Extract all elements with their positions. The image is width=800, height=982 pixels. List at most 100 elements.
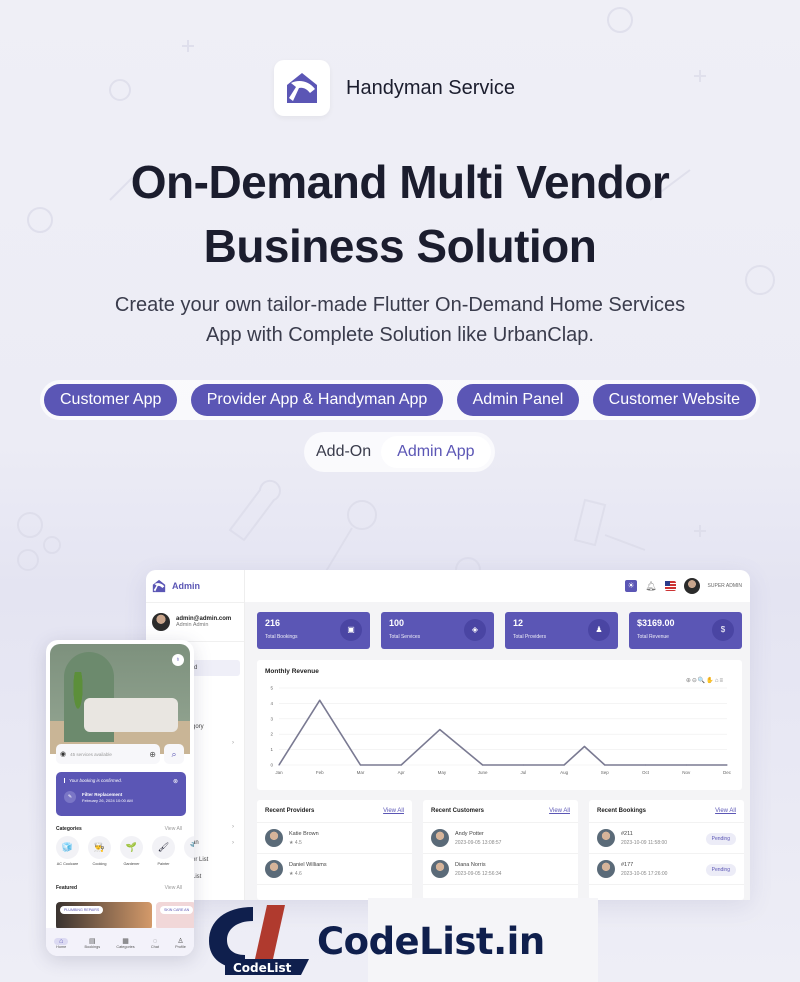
list-item[interactable]: Daniel Williams ★ 4.6: [257, 854, 412, 885]
search-button[interactable]: ⌕: [164, 744, 184, 764]
nav-label: Categories: [116, 945, 135, 949]
category-icon: 👨‍🍳: [88, 836, 111, 859]
chevron-right-icon: ›: [232, 824, 234, 830]
pill-provider-handyman-app[interactable]: Provider App & Handyman App: [190, 384, 444, 416]
nav-chat[interactable]: ◌ Chat: [151, 938, 159, 949]
category-item[interactable]: 🔧 Pl: [184, 836, 194, 866]
nav-categories[interactable]: ▦ Categories: [116, 937, 134, 949]
bell-icon[interactable]: 🔔︎: [645, 581, 656, 592]
card-title: Recent Providers: [265, 808, 315, 814]
customer-name: Diana Norris: [455, 861, 486, 868]
us-flag-icon[interactable]: [664, 581, 676, 591]
booking-date: 2023-10-05 17:26:00: [621, 870, 668, 877]
category-item[interactable]: 🧊 AC Coolcare: [56, 836, 79, 866]
data-point: [522, 764, 524, 766]
home-icon: ⌂: [54, 937, 69, 945]
category-item[interactable]: 👨‍🍳 Cooking: [88, 836, 111, 866]
banner-service: Filter Replacement: [82, 791, 123, 797]
avatar: [431, 829, 449, 847]
series-line-revenue: [278, 699, 727, 766]
chat-icon: ◌: [152, 937, 157, 945]
stat-card-revenue[interactable]: $3169.00 Total Revenue $: [629, 612, 742, 649]
featured-card[interactable]: PLUMBING REPAIRS: [56, 902, 152, 930]
pill-customer-app[interactable]: Customer App: [44, 384, 178, 416]
notification-icon[interactable]: ♁: [172, 654, 184, 666]
admin-user-card[interactable]: admin@admin.com Admin Admin: [146, 602, 244, 642]
status-badge: Pending: [705, 833, 736, 845]
admin-topbar: ☀ 🔔︎ SUPER ADMIN: [245, 570, 750, 602]
data-point: [583, 745, 586, 748]
avatar: [597, 860, 615, 878]
category-list: 🧊 AC Coolcare 👨‍🍳 Cooking 🌱 Gardener 🖌 Paint…: [56, 836, 194, 866]
featured-header: Featured View All: [56, 885, 182, 891]
data-point: [726, 764, 728, 766]
card-title: Recent Customers: [431, 808, 485, 814]
pill-customer-website[interactable]: Customer Website: [592, 384, 756, 416]
pill-admin-panel[interactable]: Admin Panel: [456, 384, 580, 416]
user-role: SUPER ADMIN: [707, 583, 742, 589]
service-search-input[interactable]: ◉ 45 services available ⊕: [56, 744, 160, 764]
list-item[interactable]: Katie Brown ★ 4.5: [257, 823, 412, 854]
list-item[interactable]: #177 2023-10-05 17:26:00 Pending: [589, 854, 744, 885]
recent-customers-card: Recent Customers View All Andy Potter 2023…: [423, 800, 578, 900]
list-item[interactable]: Diana Norris 2023-09-05 12:56:34: [423, 854, 578, 885]
view-all-link[interactable]: View All: [715, 808, 736, 814]
nav-profile[interactable]: ♙ Profile: [175, 937, 186, 949]
bottom-nav: ⌂ Home ▤ Bookings ▦ Categories ◌ Chat ♙ Profi…: [46, 928, 194, 956]
list-item[interactable]: #211 2023-10-09 11:58:00 Pending: [589, 823, 744, 854]
provider-rating: ★ 4.5: [289, 839, 302, 846]
list-item[interactable]: Andy Potter 2023-09-05 13:08:57: [423, 823, 578, 854]
locate-icon[interactable]: ⊕: [149, 750, 156, 759]
search-placeholder: 45 services available: [70, 751, 112, 757]
stat-card-bookings[interactable]: 216 Total Bookings ▣: [257, 612, 370, 649]
bookings-icon: ▤: [89, 938, 96, 945]
stat-card-providers[interactable]: 12 Total Providers ♟: [505, 612, 618, 649]
data-point: [439, 728, 441, 731]
x-tick-label: Nov: [682, 770, 691, 775]
x-tick-label: Mar: [357, 770, 365, 775]
data-point: [563, 764, 565, 766]
view-all-link[interactable]: View All: [383, 808, 404, 814]
nav-home[interactable]: ⌂ Home: [54, 937, 69, 949]
customer-name: Andy Potter: [455, 830, 484, 837]
subheadline-line-1: Create your own tailor-made Flutter On-D…: [114, 294, 686, 316]
data-point: [604, 764, 606, 766]
admin-dashboard-mockup: Admin admin@admin.com Admin Admin rd gor…: [146, 570, 750, 900]
category-item[interactable]: 🌱 Gardener: [120, 836, 143, 866]
booking-date: 2023-10-09 11:58:00: [621, 839, 668, 846]
x-tick-label: Feb: [316, 770, 324, 775]
category-icon: 🧊: [56, 836, 79, 859]
location-pin-icon: ◉: [60, 751, 67, 758]
category-item[interactable]: 🖌 Painter: [152, 836, 175, 866]
avatar[interactable]: [683, 578, 700, 594]
y-tick-label: 5: [270, 686, 273, 691]
close-icon[interactable]: ⊗: [173, 778, 178, 785]
data-point: [319, 699, 321, 701]
category-icon: 🖌: [152, 836, 175, 859]
data-point: [278, 764, 280, 766]
category-icon: 🌱: [120, 836, 143, 859]
addon-label: Add-On: [316, 443, 372, 460]
nav-label: Profile: [175, 945, 186, 949]
subheadline-line-2: App with Complete Solution like UrbanCla…: [206, 324, 594, 346]
stat-card-services[interactable]: 100 Total Services ◈: [381, 612, 494, 649]
chevron-right-icon: ›: [232, 740, 234, 746]
booking-confirmed-banner[interactable]: Your booking is confirmed. ⊗ ✎ Filter Re…: [56, 772, 186, 816]
featured-card[interactable]: SKIN CARE AN: [156, 902, 194, 930]
admin-logo-label: Admin: [172, 581, 200, 591]
category-name: Gardener: [123, 862, 140, 866]
view-all-link[interactable]: View All: [165, 885, 182, 891]
service-icon: ◈: [464, 619, 486, 641]
data-point: [685, 764, 687, 766]
nav-bookings[interactable]: ▤ Bookings: [85, 937, 101, 949]
avatar: [265, 860, 283, 878]
view-all-link[interactable]: View All: [165, 826, 182, 832]
sofa-image: [84, 698, 178, 732]
view-all-link[interactable]: View All: [549, 808, 570, 814]
theme-toggle-icon[interactable]: ☀: [625, 580, 638, 592]
addon-admin-app[interactable]: Admin App: [381, 436, 491, 468]
x-tick-label: Oct: [642, 770, 650, 775]
house-hammer-icon: [152, 579, 166, 593]
booking-id: #177: [621, 861, 634, 868]
category-name: Painter: [157, 862, 170, 866]
